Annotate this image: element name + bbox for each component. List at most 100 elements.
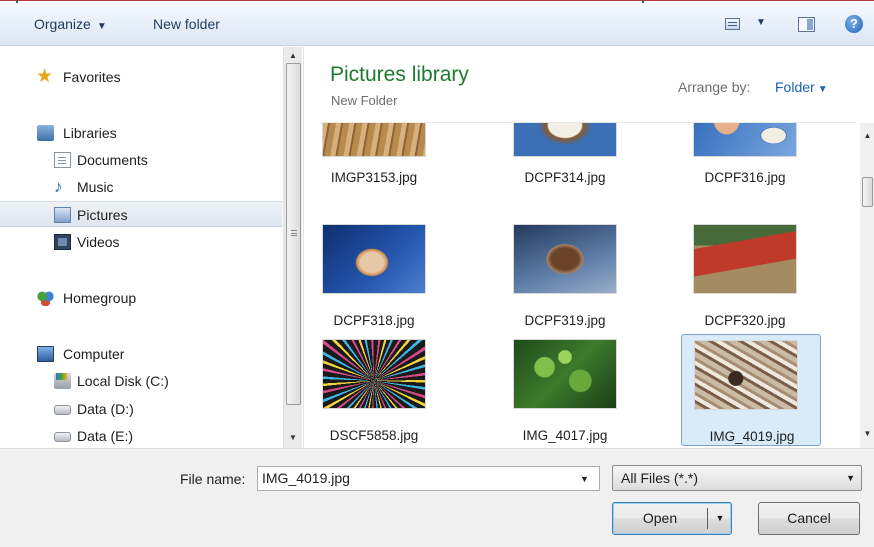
nav-label: Homegroup	[63, 290, 137, 306]
pictures-icon	[54, 207, 71, 223]
new-folder-button[interactable]: New folder	[153, 3, 220, 46]
drive-icon	[54, 432, 71, 442]
navigation-pane: ★ Favorites Libraries Documents ♪ Music …	[0, 47, 302, 448]
open-button[interactable]: Open ▼	[612, 502, 732, 535]
file-name: DCPF316.jpg	[704, 170, 786, 185]
nav-label: Libraries	[63, 125, 117, 141]
library-subtitle: New Folder	[331, 93, 398, 108]
nav-item-music[interactable]: ♪ Music	[0, 174, 282, 200]
scroll-down-icon[interactable]: ▼	[284, 429, 302, 446]
nav-item-favorites[interactable]: ★ Favorites	[0, 64, 282, 90]
file-tile[interactable]: DSCF5858.jpg	[304, 339, 444, 448]
library-icon	[37, 125, 54, 141]
file-name: IMG_4017.jpg	[522, 428, 608, 443]
file-tile[interactable]: IMGP3153.jpg	[304, 123, 444, 199]
file-name-input[interactable]: IMG_4019.jpg	[257, 466, 600, 491]
nav-item-pictures[interactable]: Pictures	[0, 201, 282, 227]
open-dropdown-chevron-icon[interactable]: ▼	[711, 503, 729, 534]
nav-label: Pictures	[77, 207, 128, 223]
file-list-scrollbar[interactable]: ▲ ▼	[860, 123, 874, 448]
homegroup-icon	[37, 290, 54, 306]
scroll-down-icon[interactable]: ▼	[860, 429, 874, 438]
help-icon[interactable]: ?	[845, 15, 863, 33]
arrange-by-value: Folder	[775, 79, 815, 95]
nav-item-data-e[interactable]: Data (E:)	[0, 423, 282, 449]
scroll-up-icon[interactable]: ▲	[284, 47, 302, 64]
nav-label: Videos	[77, 234, 120, 250]
views-chevron-down-icon[interactable]: ▼	[756, 17, 766, 28]
file-tile[interactable]: DCPF318.jpg	[304, 224, 444, 336]
arrange-by-dropdown[interactable]: Folder ▼	[775, 79, 828, 95]
file-name: DCPF319.jpg	[524, 313, 606, 328]
arrange-by-label: Arrange by:	[678, 79, 751, 95]
nav-item-data-d[interactable]: Data (D:)	[0, 396, 282, 422]
thumbnail-image	[513, 224, 617, 294]
file-name: IMGP3153.jpg	[330, 170, 418, 185]
thumbnail-image	[322, 123, 426, 157]
file-tile-selected[interactable]: IMG_4019.jpg	[681, 334, 821, 446]
chevron-down-icon: ▼	[817, 84, 828, 95]
views-icon[interactable]	[725, 16, 743, 32]
document-icon	[54, 152, 71, 168]
preview-pane-icon[interactable]	[798, 16, 816, 32]
scrollbar-thumb[interactable]	[286, 63, 301, 405]
drive-icon	[54, 405, 71, 415]
nav-item-videos[interactable]: Videos	[0, 229, 282, 255]
library-title: Pictures library	[330, 63, 469, 86]
nav-item-documents[interactable]: Documents	[0, 147, 282, 173]
nav-label: Favorites	[63, 69, 121, 85]
dialog-footer: File name: IMG_4019.jpg ▼ All Files (*.*…	[0, 448, 874, 547]
navigation-scrollbar[interactable]: ▲ ▼	[283, 47, 302, 448]
chevron-down-icon: ▼	[96, 21, 107, 32]
file-name: DSCF5858.jpg	[329, 428, 419, 443]
file-tile[interactable]: DCPF320.jpg	[675, 224, 815, 336]
file-name-label: File name:	[180, 471, 246, 487]
scroll-up-icon[interactable]: ▲	[860, 131, 874, 140]
file-tile[interactable]: DCPF316.jpg	[675, 123, 815, 199]
nav-label: Data (E:)	[77, 428, 134, 444]
organize-label: Organize	[34, 16, 91, 32]
star-icon: ★	[36, 66, 54, 87]
file-list-pane: Pictures library New Folder Arrange by: …	[303, 47, 874, 448]
file-type-value: All Files (*.*)	[621, 470, 699, 486]
file-tile[interactable]: DCPF319.jpg	[495, 224, 635, 336]
nav-label: Local Disk (C:)	[77, 373, 169, 389]
cancel-button[interactable]: Cancel	[758, 502, 860, 535]
nav-item-libraries[interactable]: Libraries	[0, 120, 282, 146]
nav-item-homegroup[interactable]: Homegroup	[0, 285, 282, 311]
file-tile[interactable]: DCPF314.jpg	[495, 123, 635, 199]
music-icon: ♪	[54, 177, 63, 196]
thumbnail-image	[694, 340, 798, 410]
split-divider	[707, 508, 708, 529]
file-name-history-chevron-icon[interactable]: ▼	[580, 474, 589, 484]
local-disk-icon	[54, 373, 71, 389]
nav-item-local-disk-c[interactable]: Local Disk (C:)	[0, 368, 282, 394]
nav-label: Computer	[63, 346, 125, 362]
video-icon	[54, 234, 71, 250]
file-name: DCPF314.jpg	[524, 170, 606, 185]
nav-label: Documents	[77, 152, 148, 168]
file-name: DCPF320.jpg	[704, 313, 786, 328]
command-toolbar: Organize ▼ New folder ▼ ?	[0, 3, 874, 46]
file-name: DCPF318.jpg	[333, 313, 415, 328]
thumbnail-image	[322, 339, 426, 409]
open-label: Open	[642, 510, 678, 526]
nav-label: Data (D:)	[77, 401, 134, 417]
thumbnail-image	[322, 224, 426, 294]
thumbnail-grid: IMGP3153.jpg DCPF314.jpg DCPF316.jpg DCP…	[304, 123, 859, 448]
organize-button[interactable]: Organize ▼	[34, 3, 107, 46]
nav-label: Music	[77, 179, 114, 195]
file-type-select[interactable]: All Files (*.*) ▼	[612, 465, 862, 491]
chevron-down-icon: ▼	[846, 473, 855, 483]
file-tile[interactable]: IMG_4017.jpg	[495, 339, 635, 448]
thumbnail-image	[513, 123, 617, 157]
scrollbar-thumb[interactable]	[862, 177, 873, 207]
nav-item-computer[interactable]: Computer	[0, 341, 282, 367]
window-border-line	[0, 0, 874, 1]
grip-icon	[291, 230, 297, 236]
computer-icon	[37, 346, 54, 362]
thumbnail-image	[693, 123, 797, 157]
thumbnail-image	[513, 339, 617, 409]
thumbnail-image	[693, 224, 797, 294]
file-name: IMG_4019.jpg	[709, 429, 795, 444]
